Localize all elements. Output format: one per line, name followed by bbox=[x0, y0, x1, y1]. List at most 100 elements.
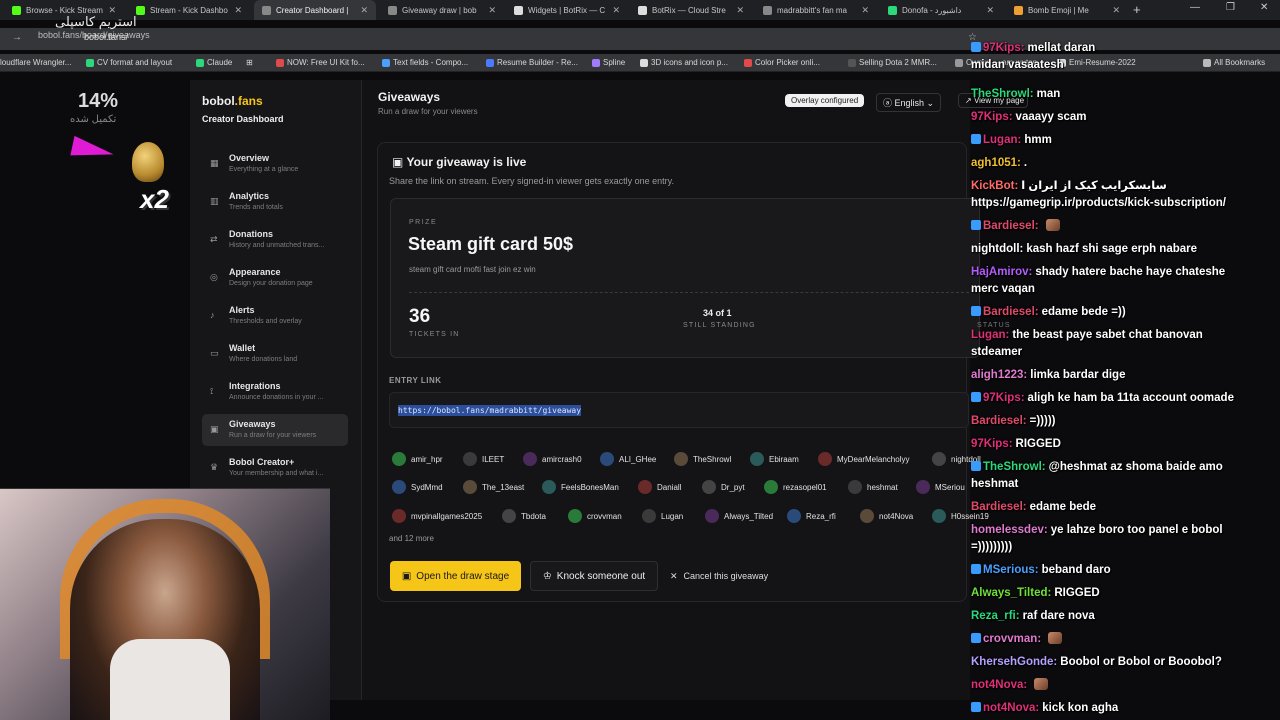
close-icon[interactable]: ✕ bbox=[861, 5, 869, 16]
avatar bbox=[705, 509, 719, 523]
chat-username[interactable]: KickBot: bbox=[971, 180, 1018, 192]
chat-text: =))))))))) bbox=[971, 541, 1013, 553]
sidebar-item-analytics[interactable]: ▥ Analytics Trends and totals bbox=[202, 186, 348, 218]
chat-username[interactable]: 97Kips: bbox=[983, 392, 1025, 404]
bookmark[interactable]: Selling Dota 2 MMR... bbox=[848, 58, 937, 67]
chat-username[interactable]: 97Kips: bbox=[971, 111, 1013, 123]
close-icon[interactable]: ✕ bbox=[986, 5, 994, 16]
new-tab-button[interactable]: + bbox=[1133, 2, 1141, 17]
chat-message: TheShrowl: man bbox=[971, 86, 1271, 103]
sidebar-item-integrations[interactable]: ⟟ Integrations Announce donations in your … bbox=[202, 376, 348, 408]
bookmark[interactable]: NOW: Free UI Kit fo... bbox=[276, 58, 365, 67]
browser-tab[interactable]: Donofa - داشبورد ✕ bbox=[880, 0, 1002, 20]
sidebar-item-giveaways[interactable]: ▣ Giveaways Run a draw for your viewers bbox=[202, 414, 348, 446]
close-icon[interactable]: ✕ bbox=[1112, 5, 1120, 16]
browser-tab[interactable]: Giveaway draw | bob ✕ bbox=[380, 0, 504, 20]
bookmark[interactable]: 3D icons and icon p... bbox=[640, 58, 728, 67]
chat-username[interactable]: Bardiesel: bbox=[971, 415, 1027, 427]
avatar bbox=[638, 480, 652, 494]
badge-icon bbox=[971, 461, 981, 471]
browser-tab[interactable]: Bomb Emoji | Me ✕ bbox=[1006, 0, 1128, 20]
chat-text: aligh ke ham ba 11ta account oomade bbox=[1027, 392, 1234, 404]
close-icon[interactable]: ✕ bbox=[234, 5, 242, 16]
bookmark[interactable]: Claude bbox=[196, 58, 232, 67]
chat-message: aligh1223: limka bardar dige bbox=[971, 367, 1271, 384]
avatar bbox=[392, 452, 406, 466]
chat-username[interactable]: not4Nova: bbox=[971, 679, 1027, 691]
chat-username[interactable]: Lugan: bbox=[971, 329, 1009, 341]
entrant-chip: not4Nova bbox=[860, 507, 913, 525]
chat-username[interactable]: 97Kips: bbox=[983, 42, 1025, 54]
chat-username[interactable]: nightdoll: bbox=[971, 243, 1023, 255]
cancel-giveaway-button[interactable]: ✕ Cancel this giveaway bbox=[670, 561, 768, 591]
maximize-icon[interactable]: ❐ bbox=[1226, 2, 1235, 13]
chat-username[interactable]: 97Kips: bbox=[971, 438, 1013, 450]
sidebar-item-wallet[interactable]: ▭ Wallet Where donations land bbox=[202, 338, 348, 370]
browser-tab[interactable]: Stream - Kick Dashbo ✕ bbox=[128, 0, 250, 20]
browser-tab-active[interactable]: Creator Dashboard | ✕ bbox=[254, 0, 376, 20]
chat-username[interactable]: TheShrowl: bbox=[983, 461, 1046, 473]
badge-icon bbox=[971, 42, 981, 52]
chat-message: Always_Tilted: RIGGED bbox=[971, 585, 1271, 602]
chat-username[interactable]: Always_Tilted: bbox=[971, 587, 1051, 599]
chat-username[interactable]: Bardiesel: bbox=[983, 306, 1039, 318]
browser-tab[interactable]: madrabbitt's fan ma ✕ bbox=[755, 0, 877, 20]
sidebar-item-alerts[interactable]: ♪ Alerts Thresholds and overlay bbox=[202, 300, 348, 332]
chat-username[interactable]: not4Nova: bbox=[983, 702, 1039, 714]
close-icon[interactable]: ✕ bbox=[612, 5, 620, 16]
sidebar-item-creator-plus[interactable]: ♛ Bobol Creator+ Your membership and what … bbox=[202, 452, 348, 484]
apps-icon[interactable]: ⊞ bbox=[246, 58, 253, 67]
chat-username[interactable]: MSerious: bbox=[983, 564, 1039, 576]
minimize-icon[interactable]: — bbox=[1190, 2, 1200, 13]
bookmark[interactable]: CV format and layout bbox=[86, 58, 172, 67]
entry-link[interactable]: https://bobol.fans/madrabbitt/giveaway bbox=[398, 405, 582, 416]
bookmark[interactable]: Text fields - Compo... bbox=[382, 58, 468, 67]
streamer-shirt bbox=[110, 639, 230, 720]
stream-url-overlay: bobol.fans/ bbox=[84, 32, 129, 42]
close-icon[interactable]: ✕ bbox=[488, 5, 496, 16]
chat-username[interactable]: KhersehGonde: bbox=[971, 656, 1057, 668]
crown-icon: ♛ bbox=[210, 462, 219, 472]
chat-message: not4Nova: bbox=[971, 677, 1271, 694]
chat-username[interactable]: HajAmirov: bbox=[971, 266, 1032, 278]
open-draw-stage-button[interactable]: ▣ Open the draw stage bbox=[390, 561, 521, 591]
badge-icon bbox=[971, 633, 981, 643]
standing-count: 34 of 1 bbox=[703, 308, 732, 318]
browser-tab[interactable]: Widgets | BotRix — C ✕ bbox=[506, 0, 628, 20]
sidebar-item-donations[interactable]: ⇄ Donations History and unmatched trans... bbox=[202, 224, 348, 256]
overlay-status-badge: Overlay configured bbox=[785, 94, 865, 107]
chat-username[interactable]: Reza_rfi: bbox=[971, 610, 1020, 622]
chat-username[interactable]: agh1051: bbox=[971, 157, 1021, 169]
forward-icon[interactable]: → bbox=[12, 32, 22, 43]
sidebar-item-overview[interactable]: ▦ Overview Everything at a glance bbox=[202, 148, 348, 180]
chat-text: RIGGED bbox=[1054, 587, 1100, 599]
kick-icon bbox=[12, 5, 21, 15]
close-icon[interactable]: ✕ bbox=[736, 5, 744, 16]
chat-username[interactable]: crovvman: bbox=[983, 633, 1041, 645]
avatar bbox=[392, 509, 406, 523]
bookmark[interactable]: Resume Builder - Re... bbox=[486, 58, 578, 67]
stream-title-overlay: استریم کاسپلی bbox=[55, 14, 137, 29]
bookmark[interactable]: loudflare Wrangler... bbox=[0, 58, 71, 67]
close-icon[interactable]: ✕ bbox=[360, 5, 368, 16]
bookmark[interactable]: Spline bbox=[592, 58, 625, 67]
chat-text: hmm bbox=[1024, 134, 1052, 146]
chat-username[interactable]: TheShrowl: bbox=[971, 88, 1034, 100]
chat-username[interactable]: Bardiesel: bbox=[983, 220, 1039, 232]
bookmark[interactable]: Color Picker onli... bbox=[744, 58, 820, 67]
scrollbar[interactable] bbox=[1272, 80, 1278, 690]
sidebar-item-appearance[interactable]: ◎ Appearance Design your donation page bbox=[202, 262, 348, 294]
claude-icon bbox=[196, 58, 204, 67]
chat-username[interactable]: aligh1223: bbox=[971, 369, 1027, 381]
close-window-icon[interactable]: ✕ bbox=[1260, 2, 1268, 13]
chat-username[interactable]: Bardiesel: bbox=[971, 501, 1027, 513]
language-select[interactable]: ⓐ English ⌄ bbox=[876, 93, 942, 112]
chat-username[interactable]: Lugan: bbox=[983, 134, 1021, 146]
chat-message: crovvman: bbox=[971, 631, 1271, 648]
avatar bbox=[600, 452, 614, 466]
chat-username[interactable]: homelessdev: bbox=[971, 524, 1048, 536]
brand-logo[interactable]: bobol.fans bbox=[202, 94, 263, 108]
prize-label: PRIZE bbox=[409, 219, 438, 226]
browser-tab[interactable]: BotRix — Cloud Stre ✕ bbox=[630, 0, 752, 20]
knock-out-button[interactable]: ♔ Knock someone out bbox=[530, 561, 658, 591]
